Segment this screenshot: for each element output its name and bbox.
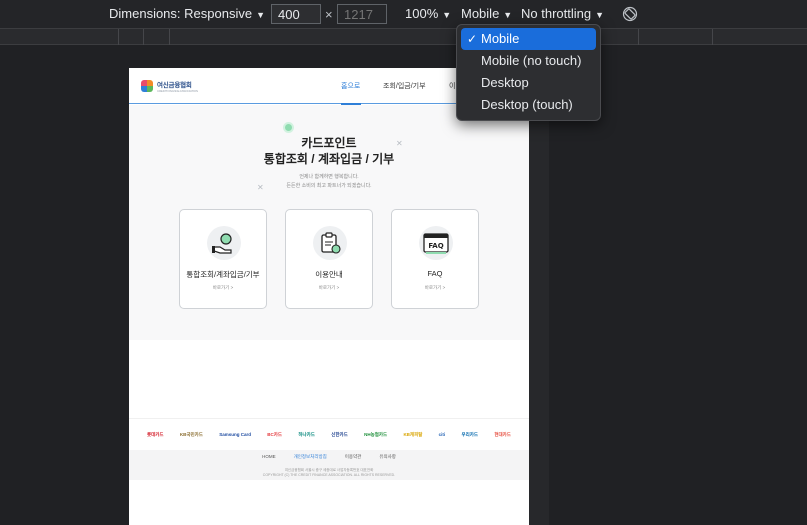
hero-sub-line2: 든든한 소비의 최고 파트너가 되겠습니다. bbox=[286, 183, 372, 189]
media-query-ruler bbox=[0, 29, 807, 45]
partner-logo[interactable]: 롯데카드 bbox=[147, 432, 164, 438]
partner-logo[interactable]: 하나카드 bbox=[298, 432, 315, 438]
checkmark-icon: ✓ bbox=[467, 32, 478, 46]
menu-item-label: Mobile bbox=[481, 31, 520, 46]
zoom-label: 100% bbox=[405, 6, 439, 21]
footer-copyright: 여신금융협회 서울시 중구 세종대로 사업자등록번호 대표전화 COPYRIGH… bbox=[129, 468, 529, 478]
card-more-link[interactable]: 바로가기 > bbox=[180, 285, 266, 291]
caret-down-icon: ▼ bbox=[503, 10, 513, 20]
svg-text:FAQ: FAQ bbox=[428, 242, 443, 250]
nav-more[interactable]: 이 bbox=[449, 81, 455, 91]
menu-item-label: Desktop (touch) bbox=[481, 97, 573, 112]
partner-logos: 롯데카드 KB국민카드 Samsung Card BC카드 하나카드 신한카드 NH농협카드… bbox=[129, 418, 529, 450]
clipboard-icon bbox=[313, 226, 347, 260]
partner-logo[interactable]: 현대카드 bbox=[494, 432, 511, 438]
coin-hand-icon bbox=[207, 226, 241, 260]
dimensions-dropdown[interactable]: Dimensions: Responsive ▼ bbox=[109, 6, 265, 23]
hero-title-line1: 카드포인트 bbox=[301, 136, 357, 150]
device-mode-menu: ✓ Mobile Mobile (no touch) Desktop Deskt… bbox=[456, 24, 601, 121]
card-guide[interactable]: 이용안내 바로가기 > bbox=[285, 209, 373, 309]
partner-logo[interactable]: KB캐피탈 bbox=[403, 432, 422, 438]
hero-subtitle: 언제나 함께하면 행복합니다. 든든한 소비의 최고 파트너가 되겠습니다. bbox=[129, 173, 529, 191]
partner-logo[interactable]: BC카드 bbox=[267, 432, 282, 438]
width-input[interactable] bbox=[271, 4, 321, 24]
partner-logo[interactable]: KB국민카드 bbox=[180, 432, 203, 438]
partner-logo[interactable]: 신한카드 bbox=[331, 432, 348, 438]
leaf-icon bbox=[283, 122, 294, 133]
throttling-label: No throttling bbox=[521, 6, 592, 21]
menu-item-label: Mobile (no touch) bbox=[481, 53, 582, 68]
logo-sub: CREDIT FINANCE ASSOCIATION bbox=[157, 89, 198, 93]
menu-item-desktop[interactable]: Desktop bbox=[461, 72, 596, 94]
site-footer: HOME 개인정보처리방침 이용약관 유의사항 여신금융협회 서울시 중구 세종… bbox=[129, 450, 529, 480]
height-input[interactable] bbox=[337, 4, 387, 24]
device-mode-dropdown[interactable]: Mobile ▼ bbox=[461, 6, 512, 23]
caret-down-icon: ▼ bbox=[442, 10, 452, 20]
emulated-page: 여신금융협회 CREDIT FINANCE ASSOCIATION 홈으로 조회… bbox=[129, 68, 529, 525]
device-mode-label: Mobile bbox=[461, 6, 500, 21]
footer-link-privacy[interactable]: 개인정보처리방침 bbox=[294, 454, 327, 460]
faq-icon: FAQ bbox=[419, 226, 453, 260]
zoom-dropdown[interactable]: 100% ▼ bbox=[405, 6, 451, 23]
caret-down-icon: ▼ bbox=[595, 10, 605, 20]
caret-down-icon: ▼ bbox=[256, 10, 265, 20]
card-label: 이용안내 bbox=[315, 270, 343, 279]
device-toolbar: Dimensions: Responsive▼ × 100%▼ Mobile▼ … bbox=[0, 0, 807, 29]
card-faq[interactable]: FAQ FAQ 바로가기 > bbox=[391, 209, 479, 309]
footer-links: HOME 개인정보처리방침 이용약관 유의사항 bbox=[129, 454, 529, 460]
footer-link-home[interactable]: HOME bbox=[262, 454, 276, 460]
menu-item-label: Desktop bbox=[481, 75, 529, 90]
hero-title: 카드포인트 통합조회 / 계좌입금 / 기부 bbox=[129, 135, 529, 167]
dimensions-label: Dimensions: Responsive bbox=[109, 6, 253, 21]
menu-item-desktop-touch[interactable]: Desktop (touch) bbox=[461, 94, 596, 116]
times-sign: × bbox=[325, 7, 333, 22]
nav-home[interactable]: 홈으로 bbox=[341, 81, 360, 91]
footer-link-terms[interactable]: 이용약관 bbox=[345, 454, 362, 460]
logo-mark-icon bbox=[141, 80, 153, 92]
card-label: 통합조회/계좌입금/기부 bbox=[186, 270, 260, 279]
rotate-icon[interactable] bbox=[622, 6, 638, 26]
card-label: FAQ bbox=[427, 269, 443, 278]
menu-item-mobile[interactable]: ✓ Mobile bbox=[461, 28, 596, 50]
site-logo[interactable]: 여신금융협회 CREDIT FINANCE ASSOCIATION bbox=[141, 79, 198, 93]
partner-logo[interactable]: NH농협카드 bbox=[364, 432, 387, 438]
hero-section: ✕ ✕ 카드포인트 통합조회 / 계좌입금 / 기부 언제나 함께하면 행복합니… bbox=[129, 105, 529, 340]
menu-item-mobile-no-touch[interactable]: Mobile (no touch) bbox=[461, 50, 596, 72]
partner-logo[interactable]: Samsung Card bbox=[219, 432, 251, 437]
footer-copy-line2: COPYRIGHT (C) THE CREDIT FINANCE ASSOCIA… bbox=[262, 473, 396, 477]
card-more-link[interactable]: 바로가기 > bbox=[286, 285, 372, 291]
hero-title-line2: 통합조회 / 계좌입금 / 기부 bbox=[263, 152, 395, 166]
partner-logo[interactable]: 우리카드 bbox=[461, 432, 478, 438]
partner-logo[interactable]: citi bbox=[439, 432, 446, 437]
throttling-dropdown[interactable]: No throttling ▼ bbox=[521, 6, 604, 23]
nav-inquiry[interactable]: 조회/입금/기부 bbox=[383, 81, 426, 91]
card-inquiry[interactable]: 통합조회/계좌입금/기부 바로가기 > bbox=[179, 209, 267, 309]
card-more-link[interactable]: 바로가기 > bbox=[392, 285, 478, 291]
footer-link-notice[interactable]: 유의사항 bbox=[379, 454, 396, 460]
hero-sub-line1: 언제나 함께하면 행복합니다. bbox=[299, 174, 359, 180]
logo-name: 여신금융협회 bbox=[157, 82, 192, 89]
